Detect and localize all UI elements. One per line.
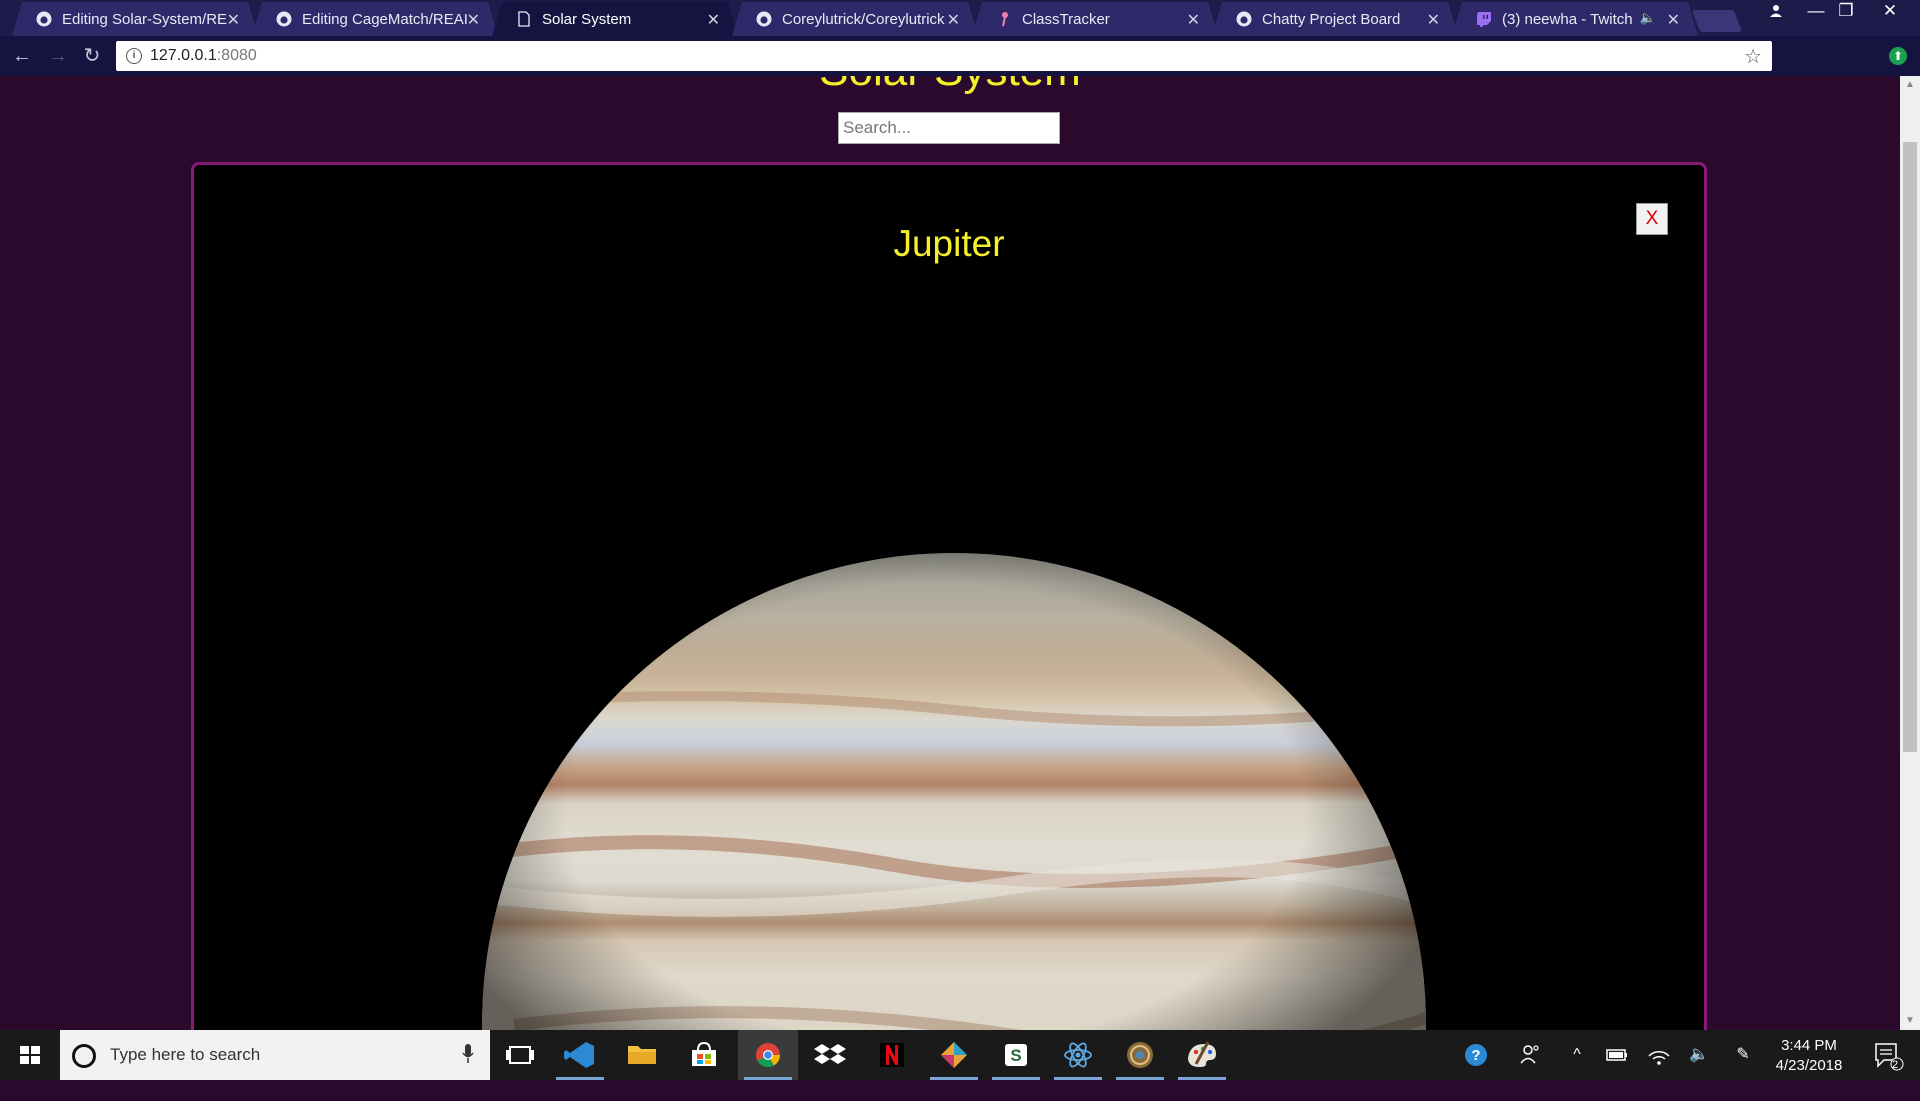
file-explorer-icon[interactable] xyxy=(612,1030,672,1080)
svg-text:S: S xyxy=(1010,1046,1021,1065)
page-title: Solar System xyxy=(0,76,1900,96)
tab-solar-system[interactable]: Solar System ✕ xyxy=(492,2,738,36)
speaker-icon[interactable]: 🔈 xyxy=(1640,10,1656,26)
slack-icon[interactable]: S xyxy=(986,1030,1046,1080)
tab-close-icon[interactable]: ✕ xyxy=(1667,10,1680,30)
vscode-icon[interactable] xyxy=(550,1030,610,1080)
windows-start-button[interactable] xyxy=(0,1030,60,1080)
page-viewport: Solar System Jupiter X xyxy=(0,76,1900,1030)
reload-icon[interactable]: ↻ xyxy=(80,44,104,68)
url-host: 127.0.0.1 xyxy=(150,47,217,64)
cortana-icon[interactable] xyxy=(72,1044,96,1068)
tab-close-icon[interactable]: ✕ xyxy=(1187,10,1200,30)
taskbar-search-box[interactable]: Type here to search xyxy=(60,1030,490,1080)
scroll-up-arrow-icon[interactable]: ▲ xyxy=(1900,76,1920,94)
pen-icon[interactable]: ✎ xyxy=(1728,1030,1758,1080)
restore-button[interactable]: ❐ xyxy=(1826,0,1866,24)
people-icon[interactable] xyxy=(1512,1030,1548,1080)
netflix-icon[interactable] xyxy=(862,1030,922,1080)
tab-chatty-project-board[interactable]: Chatty Project Board ✕ xyxy=(1212,2,1458,36)
taskbar-search-placeholder: Type here to search xyxy=(110,1045,261,1064)
twitch-icon xyxy=(1476,11,1492,27)
wifi-icon[interactable] xyxy=(1644,1030,1674,1080)
github-icon xyxy=(1236,11,1252,27)
notification-count: 2 xyxy=(1892,1059,1899,1071)
close-window-button[interactable]: ✕ xyxy=(1870,0,1910,24)
tab-title: Coreylutrick/Coreylutrick xyxy=(782,10,945,28)
scroll-thumb[interactable] xyxy=(1903,142,1917,752)
system-clock[interactable]: 3:44 PM 4/23/2018 xyxy=(1764,1036,1854,1076)
tab-title: Solar System xyxy=(542,10,632,28)
tab-coreylutrick[interactable]: Coreylutrick/Coreylutrick ✕ xyxy=(732,2,978,36)
tab-title: ClassTracker xyxy=(1022,10,1110,28)
microphone-icon[interactable] xyxy=(462,1044,474,1064)
tab-classtracker[interactable]: ClassTracker ✕ xyxy=(972,2,1218,36)
forward-arrow-icon[interactable]: → xyxy=(46,44,70,68)
clock-time: 3:44 PM xyxy=(1781,1037,1837,1054)
gitkraken-icon[interactable] xyxy=(924,1030,984,1080)
github-icon xyxy=(756,11,772,27)
back-arrow-icon[interactable]: ← xyxy=(10,44,34,68)
profile-icon[interactable] xyxy=(1756,0,1796,24)
search-input[interactable] xyxy=(838,112,1060,144)
tab-close-icon[interactable]: ✕ xyxy=(707,10,720,30)
browser-toolbar: ← → ↻ i 127.0.0.1:8080 ☆ ⬆ xyxy=(0,36,1920,76)
new-tab-button[interactable] xyxy=(1691,10,1743,32)
tab-close-icon[interactable]: ✕ xyxy=(947,10,960,30)
github-icon xyxy=(276,11,292,27)
show-hidden-icons-chevron-icon[interactable]: ^ xyxy=(1562,1030,1592,1080)
github-icon xyxy=(36,11,52,27)
tab-title: Editing CageMatch/REAI xyxy=(302,10,468,28)
tab-close-icon[interactable]: ✕ xyxy=(227,10,240,30)
paint-icon[interactable] xyxy=(1172,1030,1232,1080)
svg-text:?: ? xyxy=(1471,1047,1480,1064)
url-port: :8080 xyxy=(216,47,257,64)
task-view-icon[interactable] xyxy=(490,1030,550,1080)
tab-title: Chatty Project Board xyxy=(1262,10,1401,28)
clock-date: 4/23/2018 xyxy=(1775,1057,1843,1074)
bookmark-star-icon[interactable]: ☆ xyxy=(1744,44,1762,69)
tab-editing-solar-system[interactable]: Editing Solar-System/RE ✕ xyxy=(12,2,258,36)
store-icon[interactable] xyxy=(674,1030,734,1080)
help-icon[interactable]: ? xyxy=(1456,1030,1496,1080)
windows-taskbar: Type here to search S ? ^ 🔈 ✎ 3:44 PM 4/… xyxy=(0,1030,1920,1080)
dropbox-icon[interactable] xyxy=(800,1030,860,1080)
overwatch-icon[interactable] xyxy=(1110,1030,1170,1080)
tab-close-icon[interactable]: ✕ xyxy=(1427,10,1440,30)
tab-title: Editing Solar-System/RE xyxy=(62,10,228,28)
flamingo-icon xyxy=(996,11,1012,27)
tab-editing-cagematch[interactable]: Editing CageMatch/REAI ✕ xyxy=(252,2,498,36)
jupiter-image xyxy=(482,553,1426,1030)
tab-twitch[interactable]: (3) neewha - Twitch 🔈 ✕ xyxy=(1452,2,1698,36)
document-icon xyxy=(516,11,532,27)
battery-icon[interactable] xyxy=(1602,1030,1632,1080)
atom-icon[interactable] xyxy=(1048,1030,1108,1080)
action-center-icon[interactable]: 2 xyxy=(1866,1030,1910,1080)
browser-tab-strip: Editing Solar-System/RE ✕ Editing CageMa… xyxy=(0,0,1920,36)
url-text: 127.0.0.1:8080 xyxy=(150,47,257,65)
volume-icon[interactable]: 🔈 xyxy=(1684,1030,1714,1080)
site-info-icon[interactable]: i xyxy=(126,48,142,64)
scroll-down-arrow-icon[interactable]: ▼ xyxy=(1900,1012,1920,1030)
planet-modal: Jupiter X xyxy=(191,162,1707,1030)
chrome-icon[interactable] xyxy=(738,1030,798,1080)
address-bar[interactable]: i 127.0.0.1:8080 ☆ xyxy=(116,41,1772,71)
extension-update-icon[interactable]: ⬆ xyxy=(1889,47,1907,65)
tab-close-icon[interactable]: ✕ xyxy=(467,10,480,30)
page-scrollbar[interactable]: ▲ ▼ xyxy=(1900,76,1920,1030)
windows-logo-icon xyxy=(20,1046,40,1064)
